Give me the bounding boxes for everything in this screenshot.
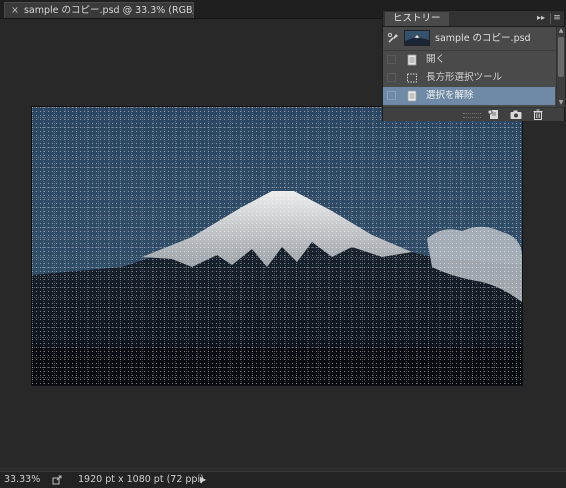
state-checkbox[interactable] bbox=[387, 91, 396, 100]
panel-menu-icon[interactable]: ≡ bbox=[550, 13, 563, 24]
state-checkbox[interactable] bbox=[387, 55, 396, 64]
state-checkbox[interactable] bbox=[387, 73, 396, 82]
snapshot-thumbnail bbox=[404, 30, 430, 46]
document-icon bbox=[407, 54, 417, 66]
document-info: 1920 pt x 1080 pt (72 ppi) bbox=[78, 474, 204, 485]
status-menu-arrow-icon[interactable]: ▶ bbox=[200, 474, 210, 486]
new-document-from-state-icon[interactable] bbox=[487, 109, 501, 120]
history-panel-header: ヒストリー ▸▸ ≡ bbox=[383, 11, 564, 27]
close-tab-icon[interactable]: × bbox=[11, 5, 19, 16]
share-icon[interactable] bbox=[52, 475, 62, 485]
history-panel: ヒストリー ▸▸ ≡ sample のコピー.psd 開く 長方形選択ツール 選… bbox=[382, 10, 565, 121]
history-brush-icon[interactable] bbox=[387, 32, 399, 44]
document-tab[interactable]: × sample のコピー.psd @ 33.3% (RGB/8) * bbox=[4, 2, 194, 18]
history-state-rect-marquee[interactable]: 長方形選択ツール bbox=[383, 69, 555, 87]
trash-icon[interactable] bbox=[531, 109, 545, 120]
scroll-down-icon[interactable]: ▼ bbox=[557, 99, 565, 107]
state-label: 開く bbox=[426, 54, 446, 65]
snapshot-label: sample のコピー.psd bbox=[435, 33, 531, 44]
resize-grip[interactable] bbox=[463, 113, 481, 118]
zoom-level-field[interactable]: 33.33% bbox=[4, 474, 44, 486]
history-state-open[interactable]: 開く bbox=[383, 51, 555, 69]
history-tab[interactable]: ヒストリー bbox=[385, 12, 449, 26]
history-scrollbar[interactable]: ▲ ▼ bbox=[556, 27, 565, 107]
scroll-thumb[interactable] bbox=[558, 37, 564, 77]
state-label: 長方形選択ツール bbox=[426, 72, 503, 83]
history-snapshot[interactable]: sample のコピー.psd bbox=[383, 27, 555, 51]
history-panel-footer bbox=[383, 107, 564, 121]
status-bar: 33.33% 1920 pt x 1080 pt (72 ppi) ▶ bbox=[0, 471, 566, 488]
history-state-deselect[interactable]: 選択を解除 bbox=[383, 87, 555, 105]
state-label: 選択を解除 bbox=[426, 90, 474, 101]
fuji-image bbox=[32, 107, 522, 385]
collapse-panel-icon[interactable]: ▸▸ bbox=[535, 12, 547, 24]
scroll-up-icon[interactable]: ▲ bbox=[557, 27, 565, 35]
camera-icon[interactable] bbox=[509, 109, 523, 120]
marquee-icon bbox=[407, 73, 417, 83]
document-icon bbox=[407, 90, 417, 102]
document-tab-title: sample のコピー.psd @ 33.3% (RGB/8) * bbox=[23, 5, 193, 16]
document-image[interactable] bbox=[32, 107, 522, 385]
